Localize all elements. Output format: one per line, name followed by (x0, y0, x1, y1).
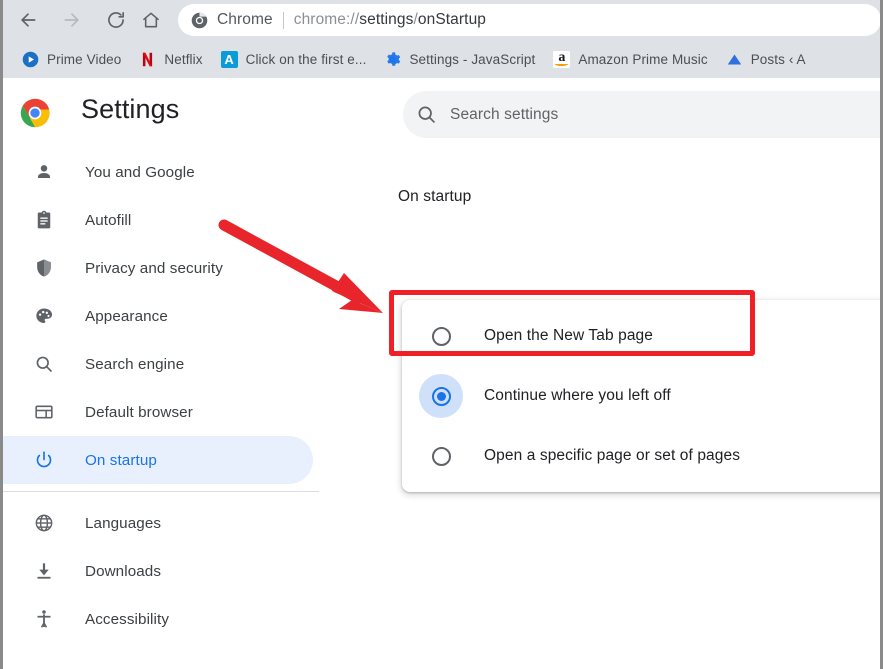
option-label: Open the New Tab page (484, 327, 653, 344)
search-settings-bar[interactable]: Search settings (403, 91, 880, 138)
radio-dot-icon (436, 391, 446, 401)
sidebar-item-accessibility[interactable]: Accessibility (3, 595, 320, 643)
search-icon (403, 91, 450, 138)
radio-ring-icon (431, 326, 451, 346)
sidebar-item-label: Downloads (85, 562, 162, 580)
bookmark-posts[interactable]: Posts ‹ A (718, 46, 814, 72)
power-icon (33, 449, 55, 471)
omnibox-chip-label: Chrome (217, 11, 273, 28)
address-bar[interactable]: Chrome chrome://settings/onStartup (178, 4, 881, 36)
chrome-logo-icon (18, 96, 52, 130)
search-icon (33, 353, 55, 375)
reload-icon (106, 10, 126, 30)
settings-header: Settings Search settings (3, 78, 880, 148)
amazon-icon: a (553, 50, 571, 68)
section-title-on-startup: On startup (398, 188, 472, 205)
sidebar-item-default-browser[interactable]: Default browser (3, 388, 320, 436)
browser-window-icon (33, 401, 55, 423)
globe-icon (33, 512, 55, 534)
arrow-right-icon (62, 10, 82, 30)
omnibox-url: chrome://settings/onStartup (294, 11, 486, 29)
browser-toolbar: Chrome chrome://settings/onStartup (0, 0, 883, 40)
omnibox-divider (282, 11, 284, 29)
url-scheme: chrome:// (293, 11, 360, 28)
bookmark-label: Amazon Prime Music (578, 51, 708, 67)
option-open-new-tab-page[interactable]: Open the New Tab page (402, 306, 880, 366)
clipboard-icon (33, 209, 55, 231)
sidebar-item-privacy-and-security[interactable]: Privacy and security (3, 244, 320, 292)
radio-button-selected[interactable] (419, 374, 463, 418)
sidebar-item-label: Privacy and security (85, 259, 223, 277)
settings-content: On startup Open the New Tab page Continu… (320, 148, 880, 669)
netflix-icon (139, 51, 156, 68)
shield-icon (33, 257, 55, 279)
triangle-icon (726, 51, 743, 68)
bookmark-label: Settings - JavaScript (409, 51, 536, 67)
sidebar-item-label: Accessibility (85, 610, 170, 628)
arrow-left-icon (18, 10, 38, 30)
sidebar-item-label: You and Google (85, 163, 195, 181)
window-left-edge (0, 0, 3, 669)
url-path: onStartup (417, 11, 487, 28)
bookmark-label: Click on the first e... (245, 51, 367, 67)
bookmark-label: Netflix (164, 51, 203, 67)
sidebar-item-autofill[interactable]: Autofill (3, 196, 320, 244)
browser-window: Chrome chrome://settings/onStartup Prime… (0, 0, 883, 669)
radio-ring-icon (431, 386, 451, 406)
home-icon (141, 10, 161, 30)
radio-button[interactable] (419, 434, 463, 478)
bookmark-label: Posts ‹ A (750, 51, 806, 67)
sidebar-item-downloads[interactable]: Downloads (3, 547, 320, 595)
page-title: Settings (81, 94, 180, 124)
person-icon (33, 161, 55, 183)
gear-icon (384, 51, 401, 68)
azure-devops-icon: A (220, 50, 238, 68)
download-icon (33, 560, 55, 582)
on-startup-options-card: Open the New Tab page Continue where you… (402, 300, 880, 492)
sidebar-item-label: On startup (85, 451, 157, 469)
url-host: settings (359, 11, 414, 28)
bookmark-prime-video[interactable]: Prime Video (14, 46, 129, 72)
home-button[interactable] (135, 4, 167, 36)
sidebar-item-you-and-google[interactable]: You and Google (3, 148, 320, 196)
bookmarks-bar: Prime Video Netflix A Click on the first… (0, 40, 883, 78)
sidebar-item-label: Appearance (85, 307, 168, 325)
option-open-specific-page[interactable]: Open a specific page or set of pages (402, 426, 880, 486)
bookmark-settings-javascript[interactable]: Settings - JavaScript (376, 46, 543, 72)
accessibility-icon (33, 608, 55, 630)
sidebar-item-search-engine[interactable]: Search engine (3, 340, 320, 388)
option-label: Continue where you left off (484, 387, 671, 404)
prime-video-icon (22, 51, 39, 68)
palette-icon (33, 305, 55, 327)
sidebar-item-label: Search engine (85, 355, 185, 373)
sidebar-item-languages[interactable]: Languages (3, 499, 320, 547)
settings-sidebar: You and Google Autofill Privacy and secu… (3, 148, 320, 669)
option-continue-where-you-left-off[interactable]: Continue where you left off (402, 366, 880, 426)
search-input[interactable]: Search settings (450, 106, 558, 124)
bookmark-amazon-prime-music[interactable]: a Amazon Prime Music (545, 46, 715, 72)
sidebar-item-label: Autofill (85, 211, 132, 229)
option-label: Open a specific page or set of pages (484, 447, 741, 464)
sidebar-item-label: Languages (85, 514, 162, 532)
chrome-icon (190, 11, 208, 29)
radio-button[interactable] (419, 314, 463, 358)
radio-ring-icon (431, 446, 451, 466)
settings-page: Settings Search settings You and Google … (3, 78, 880, 669)
sidebar-item-appearance[interactable]: Appearance (3, 292, 320, 340)
bookmark-netflix[interactable]: Netflix (131, 46, 210, 72)
sidebar-divider (3, 491, 320, 492)
forward-button[interactable] (56, 4, 88, 36)
bookmark-click-on-the-first-e[interactable]: A Click on the first e... (213, 46, 375, 72)
sidebar-item-on-startup[interactable]: On startup (3, 436, 313, 484)
back-button[interactable] (12, 4, 44, 36)
reload-button[interactable] (100, 4, 132, 36)
sidebar-item-label: Default browser (85, 403, 193, 421)
bookmark-label: Prime Video (47, 51, 122, 67)
